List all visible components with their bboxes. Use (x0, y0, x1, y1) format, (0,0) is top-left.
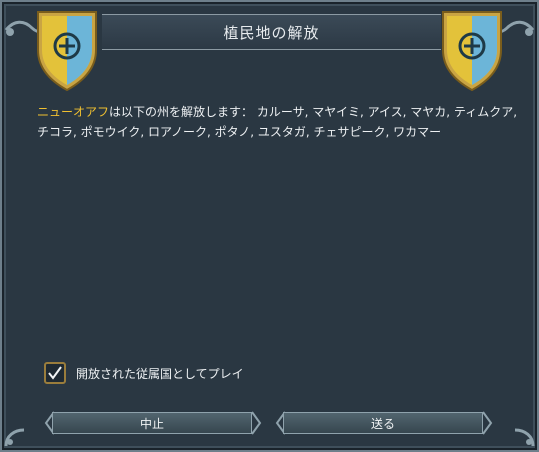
button-cap-ornament (252, 411, 262, 435)
release-message-text: は以下の州を解放します： カルーサ, マヤイミ, アイス, マヤカ, ティムクア… (37, 105, 518, 139)
country-shield-icon (37, 11, 97, 92)
corner-scroll-ornament (4, 428, 25, 447)
dialog-window: 植民地の解放 ニューオアフは以下の州を解放します： カルーサ, マヤイミ, アイ… (0, 0, 539, 452)
cancel-button[interactable]: 中止 (52, 412, 252, 434)
country-name[interactable]: ニューオアフ (37, 105, 109, 119)
checkmark-icon (48, 366, 62, 380)
country-shield-icon (442, 11, 502, 92)
play-as-vassal-label: 開放された従属国としてプレイ (76, 366, 244, 381)
corner-scroll-ornament (514, 428, 535, 447)
dialog-title: 植民地の解放 (223, 23, 320, 42)
title-bar: 植民地の解放 (102, 14, 441, 50)
play-as-vassal-option[interactable]: 開放された従属国としてプレイ (44, 362, 244, 384)
send-button[interactable]: 送る (283, 412, 483, 434)
button-cap-ornament (483, 411, 493, 435)
release-message: ニューオアフは以下の州を解放します： カルーサ, マヤイミ, アイス, マヤカ,… (37, 102, 517, 142)
play-as-vassal-checkbox[interactable] (44, 362, 66, 384)
